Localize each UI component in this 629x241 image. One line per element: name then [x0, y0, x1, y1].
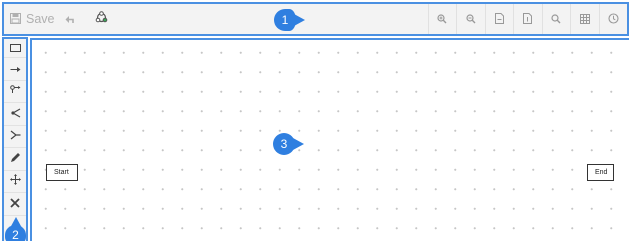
tour-marker-3: 3	[273, 133, 304, 155]
search-icon	[551, 12, 561, 27]
arrow-tool-icon	[10, 60, 21, 78]
merge-tool-icon	[10, 127, 21, 145]
help-button[interactable]	[598, 4, 628, 34]
pencil-tool-icon	[10, 150, 21, 168]
toolbar-right-group	[427, 4, 628, 34]
merge-tool[interactable]	[4, 126, 26, 148]
import-icon	[523, 12, 533, 27]
rectangle-tool-icon	[9, 39, 21, 57]
search-button[interactable]	[541, 4, 571, 34]
start-node[interactable]: Start	[46, 164, 78, 181]
end-node-label: End	[595, 169, 608, 176]
tour-marker-1: 1	[274, 9, 305, 31]
tour-marker-2-number: 2	[12, 228, 19, 241]
rearrange-button[interactable]	[86, 4, 116, 34]
branch-tool-icon	[10, 105, 21, 123]
branch-tool[interactable]	[4, 103, 26, 126]
zoom-out-button[interactable]	[456, 4, 485, 34]
tour-marker-1-number: 1	[281, 13, 289, 27]
rectangle-tool[interactable]	[4, 39, 26, 58]
arrow-tool[interactable]	[4, 58, 26, 81]
toolbar: Save	[2, 2, 629, 36]
zoom-in-icon	[437, 12, 447, 27]
pencil-tool[interactable]	[4, 148, 26, 171]
delete-tool[interactable]	[4, 193, 26, 216]
export-icon	[494, 12, 504, 27]
diagram-canvas[interactable]	[30, 38, 629, 241]
save-label: Save	[26, 12, 55, 26]
grid-icon	[579, 12, 590, 27]
connector-tool[interactable]	[4, 81, 26, 103]
rearrange-icon	[95, 11, 108, 27]
move-tool[interactable]	[4, 171, 26, 193]
save-button[interactable]: Save	[4, 4, 55, 34]
connector-tool-icon	[9, 82, 21, 100]
tool-sidebar	[2, 37, 28, 241]
import-button[interactable]	[513, 4, 542, 34]
grid-button[interactable]	[570, 4, 599, 34]
tour-marker-3-number: 3	[280, 137, 288, 151]
move-tool-icon	[9, 172, 21, 190]
start-node-label: Start	[54, 169, 69, 176]
help-icon	[608, 12, 619, 27]
undo-icon	[65, 12, 75, 27]
export-button[interactable]	[484, 4, 514, 34]
tour-marker-2: 2	[5, 217, 26, 241]
undo-button[interactable]	[54, 4, 86, 34]
zoom-out-icon	[466, 12, 476, 27]
delete-tool-icon	[10, 195, 20, 213]
save-icon	[10, 12, 21, 27]
end-node[interactable]: End	[587, 164, 614, 181]
zoom-in-button[interactable]	[427, 4, 457, 34]
